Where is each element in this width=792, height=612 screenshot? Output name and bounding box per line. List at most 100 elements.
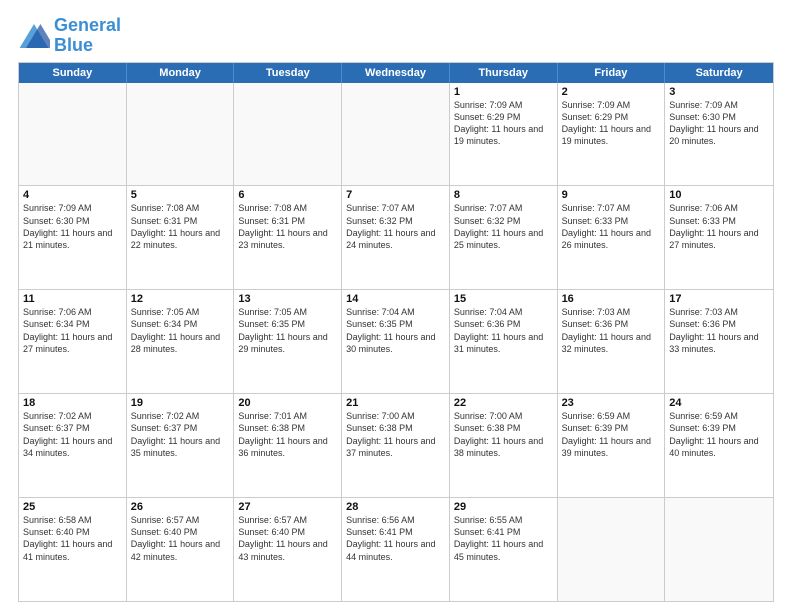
cal-cell: 23Sunrise: 6:59 AM Sunset: 6:39 PM Dayli… xyxy=(558,394,666,497)
week-row-1: 1Sunrise: 7:09 AM Sunset: 6:29 PM Daylig… xyxy=(19,83,773,187)
day-number: 10 xyxy=(669,189,769,201)
cal-cell xyxy=(558,498,666,601)
cal-cell: 21Sunrise: 7:00 AM Sunset: 6:38 PM Dayli… xyxy=(342,394,450,497)
day-number: 15 xyxy=(454,293,553,305)
day-number: 23 xyxy=(562,397,661,409)
cell-info: Sunrise: 7:07 AM Sunset: 6:32 PM Dayligh… xyxy=(346,202,445,251)
cal-cell: 19Sunrise: 7:02 AM Sunset: 6:37 PM Dayli… xyxy=(127,394,235,497)
day-number: 2 xyxy=(562,86,661,98)
header: General Blue xyxy=(18,16,774,56)
cal-cell: 18Sunrise: 7:02 AM Sunset: 6:37 PM Dayli… xyxy=(19,394,127,497)
cell-info: Sunrise: 7:09 AM Sunset: 6:29 PM Dayligh… xyxy=(454,99,553,148)
day-number: 1 xyxy=(454,86,553,98)
cal-cell: 25Sunrise: 6:58 AM Sunset: 6:40 PM Dayli… xyxy=(19,498,127,601)
week-row-2: 4Sunrise: 7:09 AM Sunset: 6:30 PM Daylig… xyxy=(19,186,773,290)
day-number: 21 xyxy=(346,397,445,409)
cell-info: Sunrise: 6:57 AM Sunset: 6:40 PM Dayligh… xyxy=(131,514,230,563)
cal-cell: 11Sunrise: 7:06 AM Sunset: 6:34 PM Dayli… xyxy=(19,290,127,393)
cell-info: Sunrise: 6:57 AM Sunset: 6:40 PM Dayligh… xyxy=(238,514,337,563)
cell-info: Sunrise: 7:07 AM Sunset: 6:33 PM Dayligh… xyxy=(562,202,661,251)
cell-info: Sunrise: 7:00 AM Sunset: 6:38 PM Dayligh… xyxy=(346,410,445,459)
weekday-header-sunday: Sunday xyxy=(19,63,127,83)
cell-info: Sunrise: 7:03 AM Sunset: 6:36 PM Dayligh… xyxy=(562,306,661,355)
weekday-header-monday: Monday xyxy=(127,63,235,83)
cal-cell: 6Sunrise: 7:08 AM Sunset: 6:31 PM Daylig… xyxy=(234,186,342,289)
logo: General Blue xyxy=(18,16,121,56)
day-number: 25 xyxy=(23,501,122,513)
cell-info: Sunrise: 7:04 AM Sunset: 6:35 PM Dayligh… xyxy=(346,306,445,355)
cell-info: Sunrise: 7:02 AM Sunset: 6:37 PM Dayligh… xyxy=(23,410,122,459)
cal-cell: 17Sunrise: 7:03 AM Sunset: 6:36 PM Dayli… xyxy=(665,290,773,393)
cal-cell: 1Sunrise: 7:09 AM Sunset: 6:29 PM Daylig… xyxy=(450,83,558,186)
cell-info: Sunrise: 7:05 AM Sunset: 6:34 PM Dayligh… xyxy=(131,306,230,355)
cal-cell: 24Sunrise: 6:59 AM Sunset: 6:39 PM Dayli… xyxy=(665,394,773,497)
day-number: 22 xyxy=(454,397,553,409)
logo-text: General Blue xyxy=(54,16,121,56)
cal-cell: 7Sunrise: 7:07 AM Sunset: 6:32 PM Daylig… xyxy=(342,186,450,289)
logo-icon xyxy=(18,22,50,50)
cell-info: Sunrise: 7:08 AM Sunset: 6:31 PM Dayligh… xyxy=(131,202,230,251)
day-number: 5 xyxy=(131,189,230,201)
weekday-header-thursday: Thursday xyxy=(450,63,558,83)
cal-cell: 29Sunrise: 6:55 AM Sunset: 6:41 PM Dayli… xyxy=(450,498,558,601)
cell-info: Sunrise: 7:03 AM Sunset: 6:36 PM Dayligh… xyxy=(669,306,769,355)
week-row-3: 11Sunrise: 7:06 AM Sunset: 6:34 PM Dayli… xyxy=(19,290,773,394)
week-row-4: 18Sunrise: 7:02 AM Sunset: 6:37 PM Dayli… xyxy=(19,394,773,498)
calendar: SundayMondayTuesdayWednesdayThursdayFrid… xyxy=(18,62,774,602)
cal-cell: 3Sunrise: 7:09 AM Sunset: 6:30 PM Daylig… xyxy=(665,83,773,186)
cal-cell xyxy=(127,83,235,186)
cal-cell: 12Sunrise: 7:05 AM Sunset: 6:34 PM Dayli… xyxy=(127,290,235,393)
day-number: 16 xyxy=(562,293,661,305)
cell-info: Sunrise: 7:06 AM Sunset: 6:34 PM Dayligh… xyxy=(23,306,122,355)
cal-cell: 9Sunrise: 7:07 AM Sunset: 6:33 PM Daylig… xyxy=(558,186,666,289)
day-number: 26 xyxy=(131,501,230,513)
day-number: 20 xyxy=(238,397,337,409)
day-number: 13 xyxy=(238,293,337,305)
cell-info: Sunrise: 7:00 AM Sunset: 6:38 PM Dayligh… xyxy=(454,410,553,459)
day-number: 7 xyxy=(346,189,445,201)
day-number: 9 xyxy=(562,189,661,201)
cal-cell: 8Sunrise: 7:07 AM Sunset: 6:32 PM Daylig… xyxy=(450,186,558,289)
cell-info: Sunrise: 7:04 AM Sunset: 6:36 PM Dayligh… xyxy=(454,306,553,355)
cal-cell xyxy=(665,498,773,601)
cell-info: Sunrise: 6:56 AM Sunset: 6:41 PM Dayligh… xyxy=(346,514,445,563)
page: General Blue SundayMondayTuesdayWednesda… xyxy=(0,0,792,612)
day-number: 12 xyxy=(131,293,230,305)
cell-info: Sunrise: 7:01 AM Sunset: 6:38 PM Dayligh… xyxy=(238,410,337,459)
cal-cell xyxy=(234,83,342,186)
cal-cell: 2Sunrise: 7:09 AM Sunset: 6:29 PM Daylig… xyxy=(558,83,666,186)
calendar-body: 1Sunrise: 7:09 AM Sunset: 6:29 PM Daylig… xyxy=(19,83,773,601)
cal-cell: 22Sunrise: 7:00 AM Sunset: 6:38 PM Dayli… xyxy=(450,394,558,497)
day-number: 14 xyxy=(346,293,445,305)
cal-cell: 26Sunrise: 6:57 AM Sunset: 6:40 PM Dayli… xyxy=(127,498,235,601)
weekday-header-saturday: Saturday xyxy=(665,63,773,83)
weekday-header-wednesday: Wednesday xyxy=(342,63,450,83)
cal-cell: 28Sunrise: 6:56 AM Sunset: 6:41 PM Dayli… xyxy=(342,498,450,601)
cell-info: Sunrise: 7:07 AM Sunset: 6:32 PM Dayligh… xyxy=(454,202,553,251)
cell-info: Sunrise: 7:09 AM Sunset: 6:30 PM Dayligh… xyxy=(23,202,122,251)
day-number: 8 xyxy=(454,189,553,201)
cal-cell: 13Sunrise: 7:05 AM Sunset: 6:35 PM Dayli… xyxy=(234,290,342,393)
cell-info: Sunrise: 7:08 AM Sunset: 6:31 PM Dayligh… xyxy=(238,202,337,251)
day-number: 24 xyxy=(669,397,769,409)
cell-info: Sunrise: 7:09 AM Sunset: 6:30 PM Dayligh… xyxy=(669,99,769,148)
cal-cell: 16Sunrise: 7:03 AM Sunset: 6:36 PM Dayli… xyxy=(558,290,666,393)
cell-info: Sunrise: 6:59 AM Sunset: 6:39 PM Dayligh… xyxy=(562,410,661,459)
cell-info: Sunrise: 7:06 AM Sunset: 6:33 PM Dayligh… xyxy=(669,202,769,251)
cal-cell: 10Sunrise: 7:06 AM Sunset: 6:33 PM Dayli… xyxy=(665,186,773,289)
cell-info: Sunrise: 6:58 AM Sunset: 6:40 PM Dayligh… xyxy=(23,514,122,563)
day-number: 6 xyxy=(238,189,337,201)
cell-info: Sunrise: 7:05 AM Sunset: 6:35 PM Dayligh… xyxy=(238,306,337,355)
day-number: 4 xyxy=(23,189,122,201)
day-number: 3 xyxy=(669,86,769,98)
cal-cell xyxy=(19,83,127,186)
cal-cell: 14Sunrise: 7:04 AM Sunset: 6:35 PM Dayli… xyxy=(342,290,450,393)
day-number: 29 xyxy=(454,501,553,513)
day-number: 28 xyxy=(346,501,445,513)
cell-info: Sunrise: 7:09 AM Sunset: 6:29 PM Dayligh… xyxy=(562,99,661,148)
cal-cell: 20Sunrise: 7:01 AM Sunset: 6:38 PM Dayli… xyxy=(234,394,342,497)
calendar-header: SundayMondayTuesdayWednesdayThursdayFrid… xyxy=(19,63,773,83)
cal-cell: 5Sunrise: 7:08 AM Sunset: 6:31 PM Daylig… xyxy=(127,186,235,289)
cell-info: Sunrise: 7:02 AM Sunset: 6:37 PM Dayligh… xyxy=(131,410,230,459)
weekday-header-tuesday: Tuesday xyxy=(234,63,342,83)
